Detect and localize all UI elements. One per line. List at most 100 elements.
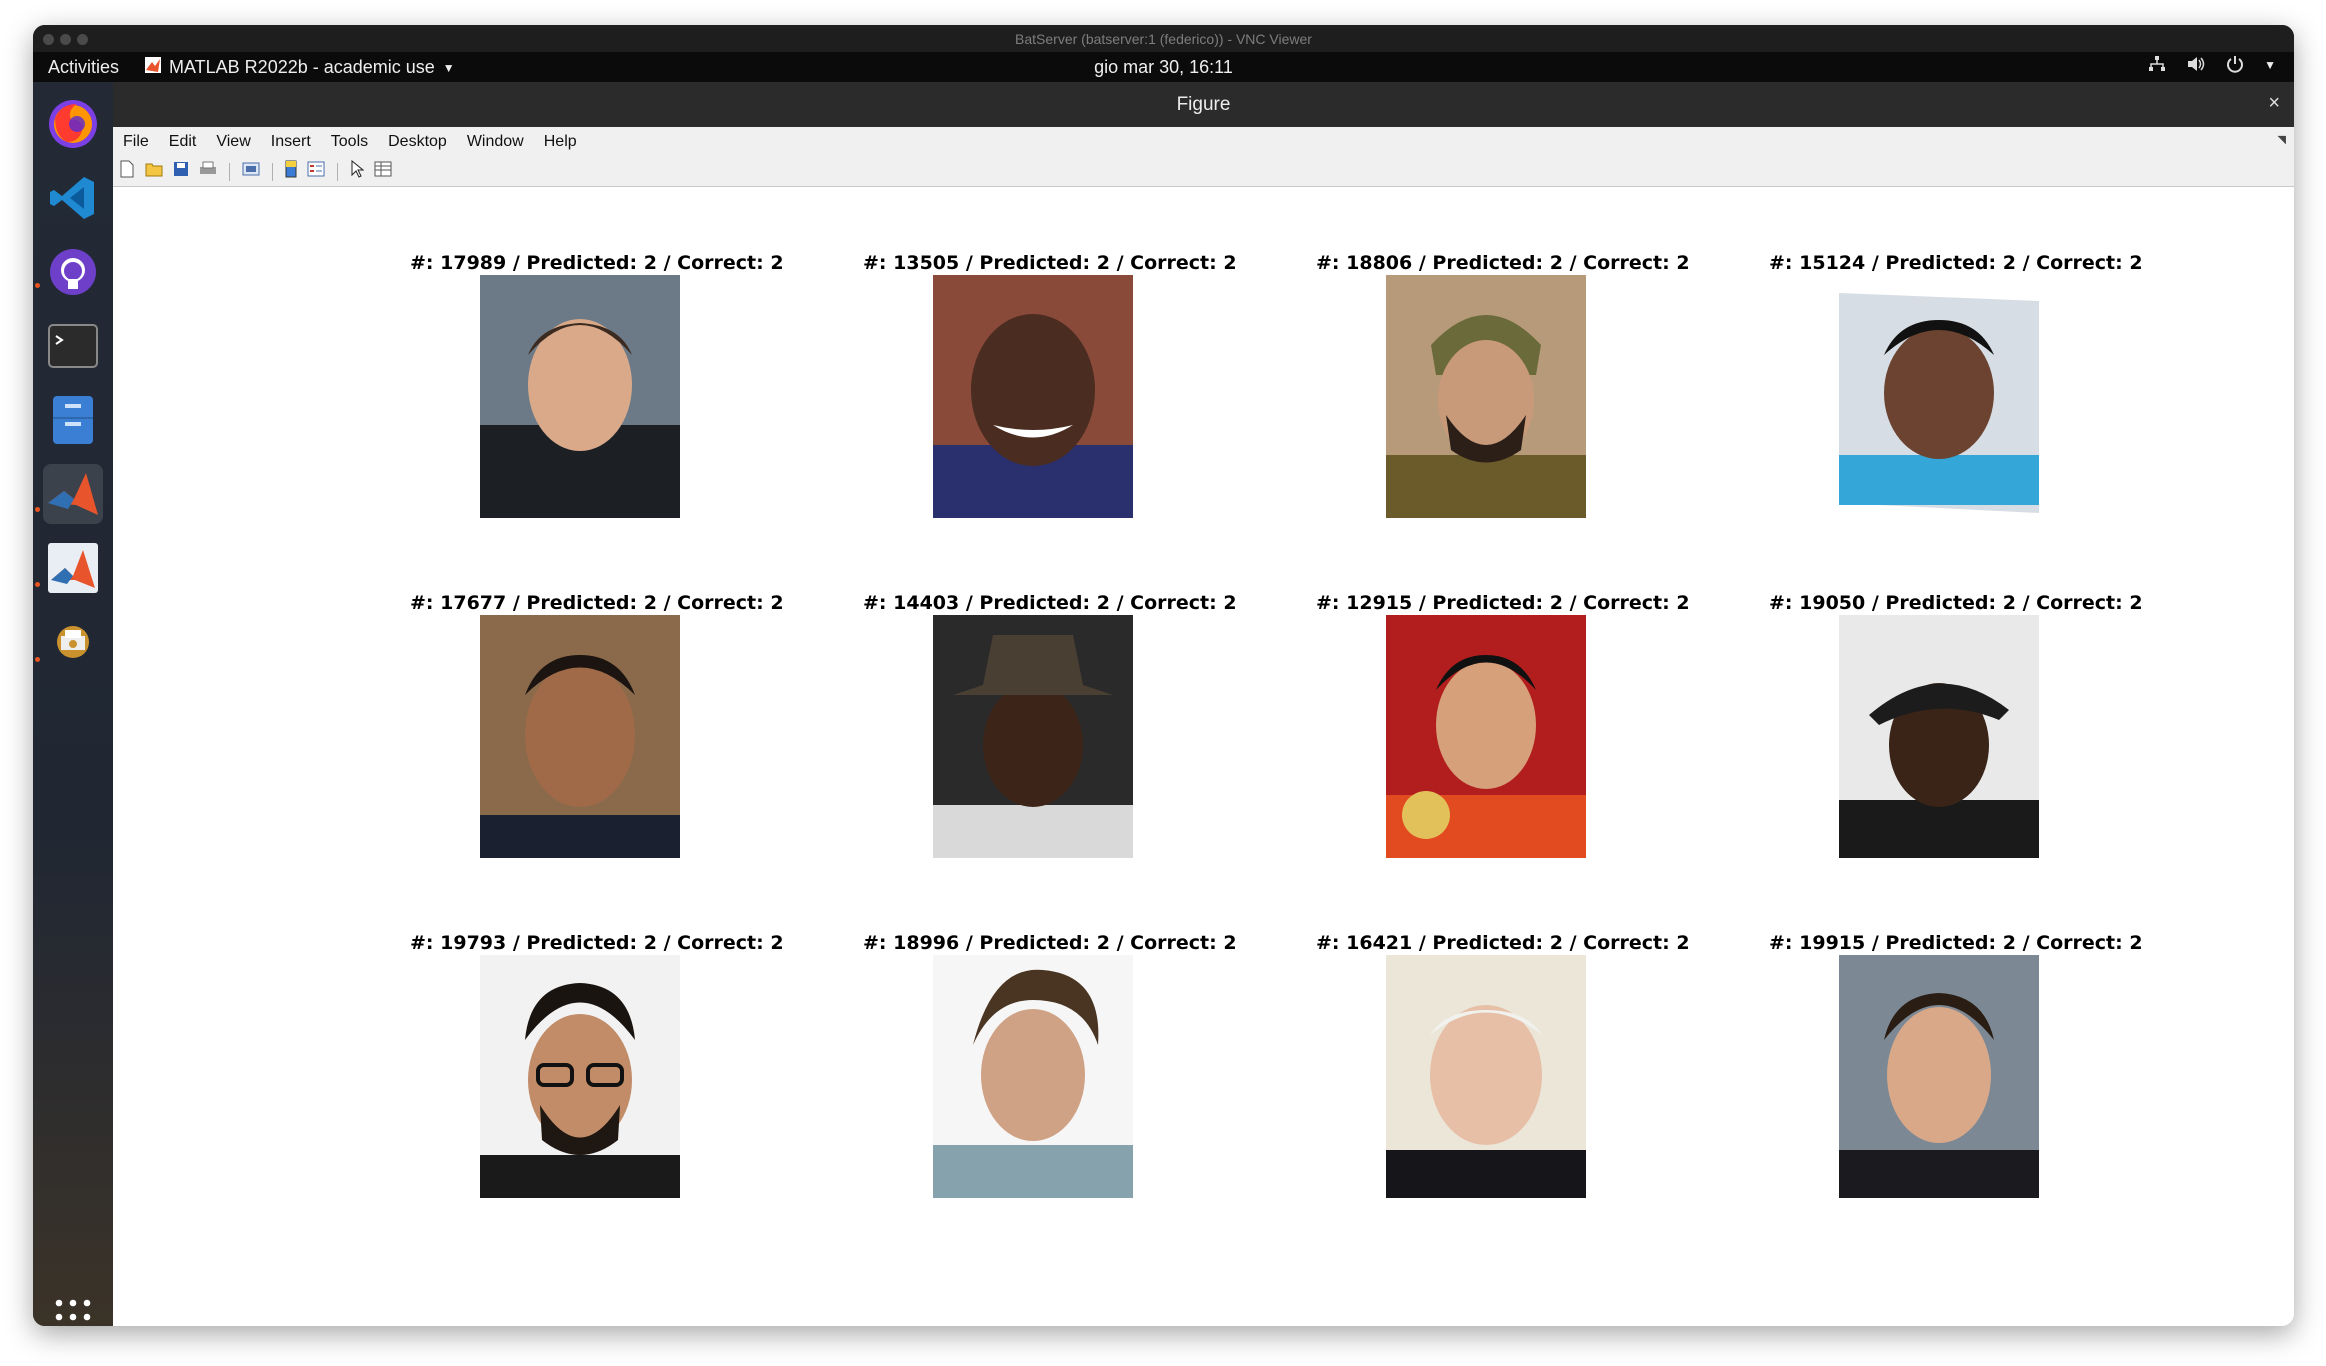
dock-item-vscode[interactable] [43, 168, 103, 228]
terminal-icon [48, 324, 98, 368]
face-image [933, 275, 1133, 518]
colorbar-icon[interactable] [285, 160, 297, 183]
dock-show-apps[interactable] [43, 1287, 103, 1326]
face-image [1386, 275, 1586, 518]
running-indicator [35, 582, 40, 587]
close-icon[interactable]: × [2268, 92, 2280, 115]
zoom-window-dot[interactable] [77, 34, 88, 45]
face-image [933, 615, 1133, 858]
gnome-top-bar: Activities MATLAB R2022b - academic use … [33, 52, 2294, 82]
menu-edit[interactable]: Edit [159, 133, 207, 151]
remote-desktop: Activities MATLAB R2022b - academic use … [33, 52, 2294, 1326]
dock-item-firefox[interactable] [43, 94, 103, 154]
new-figure-icon[interactable] [119, 160, 135, 183]
legend-icon[interactable] [307, 161, 325, 182]
dock-item-files[interactable] [43, 390, 103, 450]
toolbar-separator [229, 162, 230, 181]
pointer-icon[interactable] [350, 159, 365, 183]
subplot-5: #: 17677 / Predicted: 2 / Correct: 2 [410, 591, 784, 858]
printer-settings-icon [57, 626, 89, 658]
system-tray[interactable]: ▼ [2148, 55, 2276, 78]
open-file-icon[interactable] [145, 161, 163, 182]
vnc-viewer-window: BatServer (batserver:1 (federico)) - VNC… [33, 25, 2294, 1326]
face-image [1386, 615, 1586, 858]
chevron-down-icon: ▼ [2264, 58, 2276, 72]
face-image [480, 615, 680, 858]
face-image [1839, 275, 2039, 518]
dock-item-matlab[interactable] [43, 464, 103, 524]
toolbar-toggle-icon[interactable]: ◥ [2278, 133, 2286, 146]
network-icon [2148, 55, 2166, 78]
subplot-title: #: 17677 / Predicted: 2 / Correct: 2 [410, 592, 784, 614]
volume-icon [2186, 55, 2206, 78]
github-desktop-icon [50, 249, 96, 295]
subplot-3: #: 18806 / Predicted: 2 / Correct: 2 [1316, 251, 1690, 518]
subplot-11: #: 16421 / Predicted: 2 / Correct: 2 [1316, 931, 1690, 1198]
menu-window[interactable]: Window [457, 133, 534, 151]
subplot-title: #: 18806 / Predicted: 2 / Correct: 2 [1316, 252, 1690, 274]
figure-title: Figure [1176, 93, 1231, 115]
running-indicator [35, 283, 40, 288]
dock-item-printer-settings[interactable] [43, 612, 103, 672]
subplot-title: #: 17989 / Predicted: 2 / Correct: 2 [410, 252, 784, 274]
subplot-title: #: 16421 / Predicted: 2 / Correct: 2 [1316, 932, 1690, 954]
subplot-title: #: 13505 / Predicted: 2 / Correct: 2 [863, 252, 1237, 274]
subplot-10: #: 18996 / Predicted: 2 / Correct: 2 [863, 931, 1237, 1198]
menu-view[interactable]: View [206, 133, 260, 151]
running-indicator [35, 507, 40, 512]
dock [33, 82, 113, 1326]
subplot-title: #: 19793 / Predicted: 2 / Correct: 2 [410, 932, 784, 954]
figure-titlebar: Figure × [113, 82, 2294, 127]
subplot-2: #: 13505 / Predicted: 2 / Correct: 2 [863, 251, 1237, 518]
subplot-6: #: 14403 / Predicted: 2 / Correct: 2 [863, 591, 1237, 858]
show-apps-icon [55, 1299, 91, 1321]
face-image [480, 275, 680, 518]
subplot-1: #: 17989 / Predicted: 2 / Correct: 2 [410, 251, 784, 518]
clock[interactable]: gio mar 30, 16:11 [33, 57, 2294, 78]
face-image [1386, 955, 1586, 1198]
menu-file[interactable]: File [113, 133, 159, 151]
figure-canvas: #: 17989 / Predicted: 2 / Correct: 2 #: … [113, 187, 2294, 1326]
subplot-title: #: 18996 / Predicted: 2 / Correct: 2 [863, 932, 1237, 954]
toolbar-separator [337, 162, 338, 181]
face-image [480, 955, 680, 1198]
property-inspector-icon[interactable] [374, 161, 392, 182]
figure-toolbar [113, 157, 2294, 187]
subplot-9: #: 19793 / Predicted: 2 / Correct: 2 [410, 931, 784, 1198]
subplot-4: #: 15124 / Predicted: 2 / Correct: 2 [1769, 251, 2143, 518]
running-indicator [35, 657, 40, 662]
subplot-title: #: 14403 / Predicted: 2 / Correct: 2 [863, 592, 1237, 614]
subplot-title: #: 19915 / Predicted: 2 / Correct: 2 [1769, 932, 2143, 954]
print-icon[interactable] [199, 161, 217, 182]
subplot-title: #: 12915 / Predicted: 2 / Correct: 2 [1316, 592, 1690, 614]
vnc-titlebar: BatServer (batserver:1 (federico)) - VNC… [33, 25, 2294, 52]
link-plot-icon[interactable] [242, 161, 260, 182]
files-icon [53, 396, 93, 444]
subplot-12: #: 19915 / Predicted: 2 / Correct: 2 [1769, 931, 2143, 1198]
figure-window: Figure × File Edit View Insert Tools Des… [113, 82, 2294, 1326]
subplot-title: #: 15124 / Predicted: 2 / Correct: 2 [1769, 252, 2143, 274]
close-window-dot[interactable] [43, 34, 54, 45]
menu-tools[interactable]: Tools [321, 133, 378, 151]
matlab-installer-icon [48, 543, 98, 593]
menu-desktop[interactable]: Desktop [378, 133, 457, 151]
save-icon[interactable] [173, 161, 189, 182]
dock-item-github[interactable] [43, 242, 103, 302]
vnc-title: BatServer (batserver:1 (federico)) - VNC… [1015, 30, 1312, 47]
subplot-8: #: 19050 / Predicted: 2 / Correct: 2 [1769, 591, 2143, 858]
dock-item-matlab-2[interactable] [43, 538, 103, 598]
menu-insert[interactable]: Insert [261, 133, 321, 151]
dock-item-terminal[interactable] [43, 316, 103, 376]
face-image [1839, 615, 2039, 858]
toolbar-separator [272, 162, 273, 181]
minimize-window-dot[interactable] [60, 34, 71, 45]
power-icon [2226, 55, 2244, 78]
vscode-icon [50, 177, 94, 219]
menu-bar: File Edit View Insert Tools Desktop Wind… [113, 127, 2294, 157]
subplot-7: #: 12915 / Predicted: 2 / Correct: 2 [1316, 591, 1690, 858]
menu-help[interactable]: Help [534, 133, 587, 151]
face-image [933, 955, 1133, 1198]
face-image [1839, 955, 2039, 1198]
subplot-title: #: 19050 / Predicted: 2 / Correct: 2 [1769, 592, 2143, 614]
matlab-icon [48, 473, 98, 515]
